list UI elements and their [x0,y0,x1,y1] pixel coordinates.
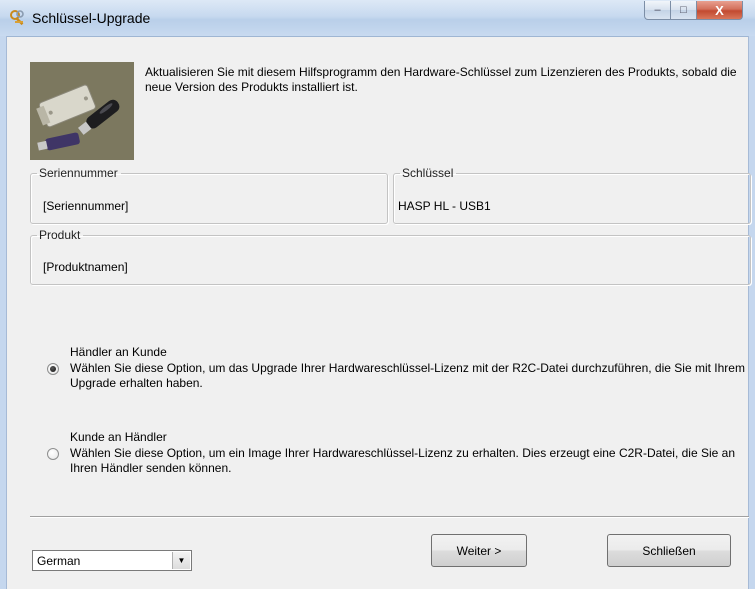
footer-separator [30,516,749,518]
product-value: [Produktnamen] [43,260,128,274]
window-title: Schlüssel-Upgrade [32,10,151,26]
window-titlebar[interactable]: Schlüssel-Upgrade – □ X [0,0,755,37]
language-select-value: German [37,554,81,568]
key-group: Schlüssel HASP HL - USB1 [393,166,751,224]
option-description: Wählen Sie diese Option, um ein Image Ih… [70,446,735,475]
serial-number-group: Seriennummer [Seriennummer] [30,166,388,224]
next-button[interactable]: Weiter > [431,534,527,567]
key-legend: Schlüssel [402,166,454,180]
usb-dongles-photo [30,62,134,160]
serial-number-value: [Seriennummer] [43,199,129,213]
radio-selected-dot [50,366,56,372]
maximize-icon: □ [680,4,687,16]
radio-customer-to-dealer[interactable] [47,448,59,460]
keys-icon [10,10,24,26]
chevron-down-icon[interactable]: ▼ [172,552,190,569]
radio-dealer-to-customer[interactable] [47,363,59,375]
maximize-button[interactable]: □ [671,1,697,20]
close-window-button[interactable]: X [697,1,743,20]
serial-number-legend: Seriennummer [39,166,118,180]
close-button[interactable]: Schließen [607,534,731,567]
header-description: Aktualisieren Sie mit diesem Hilfsprogra… [145,65,737,94]
close-icon: X [715,2,724,18]
option-title: Händler an Kunde [70,345,167,359]
window-border-right [748,36,755,589]
product-group: Produkt [Produktnamen] [30,228,751,285]
option-title: Kunde an Händler [70,430,167,444]
window-border-left [0,36,7,589]
option-description: Wählen Sie diese Option, um das Upgrade … [70,361,745,390]
minimize-icon: – [654,4,661,16]
product-legend: Produkt [39,228,81,242]
key-value: HASP HL - USB1 [398,199,491,213]
language-select[interactable]: German ▼ [32,550,192,571]
minimize-button[interactable]: – [644,1,671,20]
